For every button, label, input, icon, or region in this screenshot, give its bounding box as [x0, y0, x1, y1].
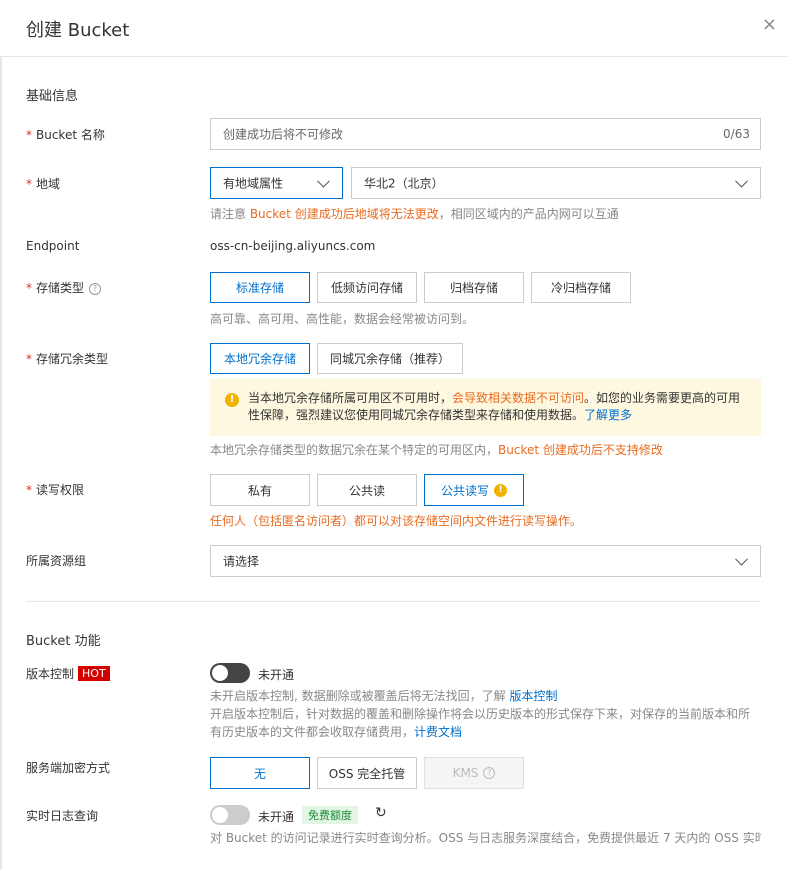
resource-group-select[interactable]: 请选择 [210, 545, 761, 577]
acl-warning: 任何人（包括匿名访问者）都可以对该存储空间内文件进行读写操作。 [210, 514, 583, 528]
required-mark: * [26, 483, 32, 497]
encryption-label: 服务端加密方式 [26, 761, 111, 775]
storage-ia-button[interactable]: 低频访问存储 [317, 272, 417, 303]
refresh-icon[interactable]: ↻ [375, 805, 387, 821]
section-features-title: Bucket 功能 [26, 634, 101, 649]
learn-more-link[interactable]: 了解更多 [584, 408, 632, 422]
left-border [0, 57, 2, 869]
warning-icon: ! [494, 483, 507, 497]
storage-class-label: * 存储类型? [26, 279, 102, 296]
toggle-knob [212, 807, 228, 823]
redundancy-zrs-button[interactable]: 同城冗余存储（推荐） [317, 343, 463, 374]
required-mark: * [26, 352, 32, 366]
required-mark: * [26, 177, 32, 191]
log-query-label: 实时日志查询 [26, 809, 99, 823]
required-mark: * [26, 128, 32, 142]
versioning-desc-2: 开启版本控制后，针对数据的覆盖和删除操作将会以历史版本的形式保存下来，对保存的当… [210, 707, 751, 739]
log-query-desc: 对 Bucket 的访问记录进行实时查询分析。OSS 与日志服务深度结合，免费提… [210, 831, 761, 845]
bucket-name-label: * Bucket 名称 [26, 128, 105, 142]
dialog-header: 创建 Bucket × [0, 0, 787, 57]
redundancy-warning-text: 当本地冗余存储所属可用区不可用时，会导致相关数据不可访问。如您的业务需要更高的可… [248, 391, 741, 422]
resource-group-label: 所属资源组 [26, 554, 87, 568]
section-basic-title: 基础信息 [26, 89, 79, 104]
versioning-desc-1: 未开启版本控制, 数据删除或被覆盖后将无法找回，了解 版本控制 [210, 689, 558, 703]
encryption-kms-button[interactable]: KMS? [424, 757, 524, 789]
redundancy-label: * 存储冗余类型 [26, 352, 109, 366]
acl-public-read-button[interactable]: 公共读 [317, 474, 417, 506]
bucket-name-input[interactable]: 创建成功后将不可修改 0/63 [210, 118, 761, 150]
dialog-title: 创建 Bucket [26, 20, 130, 41]
required-mark: * [26, 281, 32, 295]
acl-private-button[interactable]: 私有 [210, 474, 310, 506]
char-counter: 0/63 [723, 127, 750, 141]
storage-standard-button[interactable]: 标准存储 [210, 272, 310, 303]
section-divider [26, 601, 761, 602]
chevron-down-icon [735, 552, 748, 566]
versioning-label: 版本控制 HOT [26, 665, 110, 682]
encryption-none-button[interactable]: 无 [210, 757, 310, 789]
region-hint: 请注意 Bucket 创建成功后地域将无法更改，相同区域内的产品内网可以互通 [210, 207, 619, 221]
help-icon: ? [483, 767, 496, 779]
hot-badge: HOT [78, 666, 110, 681]
bucket-name-placeholder: 创建成功后将不可修改 [223, 127, 344, 142]
redundancy-warning-box: ! 当本地冗余存储所属可用区不可用时，会导致相关数据不可访问。如您的业务需要更高… [210, 379, 761, 436]
acl-public-rw-button[interactable]: 公共读写! [424, 474, 524, 506]
storage-class-hint: 高可靠、高可用、高性能，数据会经常被访问到。 [210, 312, 475, 326]
help-icon[interactable]: ? [89, 283, 102, 295]
redundancy-hint: 本地冗余存储类型的数据冗余在某个特定的可用区内，Bucket 创建成功后不支持修… [210, 443, 663, 457]
warning-icon: ! [225, 393, 239, 407]
storage-archive-button[interactable]: 归档存储 [424, 272, 524, 303]
versioning-status: 未开通 [258, 668, 295, 682]
endpoint-label: Endpoint [26, 239, 80, 253]
close-icon[interactable]: × [762, 14, 777, 35]
region-type-select[interactable]: 有地域属性 [210, 167, 343, 199]
log-query-status: 未开通 [258, 810, 295, 824]
endpoint-value: oss-cn-beijing.aliyuncs.com [210, 239, 376, 253]
free-quota-badge: 免费额度 [302, 806, 358, 824]
region-label: * 地域 [26, 177, 61, 191]
versioning-toggle[interactable] [210, 663, 250, 683]
encryption-oss-button[interactable]: OSS 完全托管 [317, 757, 417, 789]
redundancy-lrs-button[interactable]: 本地冗余存储 [210, 343, 310, 374]
billing-doc-link[interactable]: 计费文档 [414, 725, 462, 739]
versioning-link[interactable]: 版本控制 [509, 689, 557, 703]
acl-label: * 读写权限 [26, 483, 85, 497]
log-query-toggle[interactable] [210, 805, 250, 825]
storage-cold-archive-button[interactable]: 冷归档存储 [531, 272, 631, 303]
chevron-down-icon [317, 174, 330, 188]
chevron-down-icon [735, 174, 748, 188]
region-select[interactable]: 华北2（北京） [351, 167, 761, 199]
toggle-knob [212, 665, 228, 681]
